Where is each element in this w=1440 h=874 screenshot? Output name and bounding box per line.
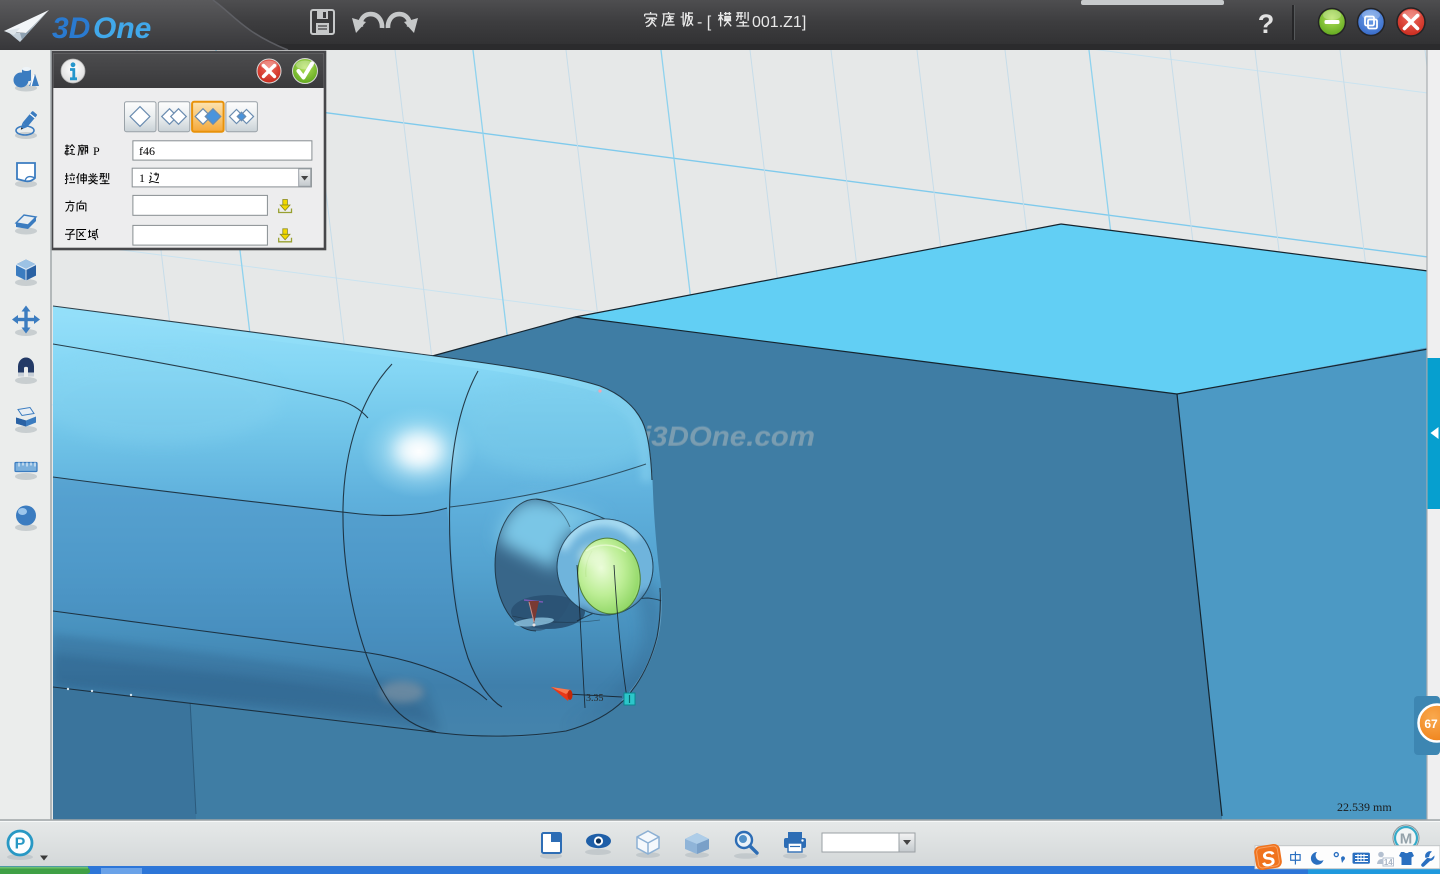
svg-text:f46: f46: [139, 144, 155, 158]
svg-text:P: P: [15, 836, 26, 853]
svg-text:22.539 mm: 22.539 mm: [1337, 800, 1392, 814]
svg-text:3D: 3D: [52, 12, 90, 45]
svg-text:3.35: 3.35: [586, 693, 604, 704]
svg-text:i3DOne.com: i3DOne.com: [643, 420, 815, 451]
svg-text:P: P: [93, 144, 100, 158]
svg-text:14: 14: [1384, 858, 1393, 867]
svg-text:?: ?: [1258, 9, 1275, 39]
svg-text:1: 1: [139, 171, 145, 185]
svg-text:- [: - [: [697, 14, 712, 31]
svg-text:67: 67: [1424, 717, 1438, 731]
svg-text:One: One: [93, 12, 151, 45]
svg-text:001.Z1]: 001.Z1]: [752, 14, 806, 31]
svg-text:M: M: [1400, 831, 1413, 848]
